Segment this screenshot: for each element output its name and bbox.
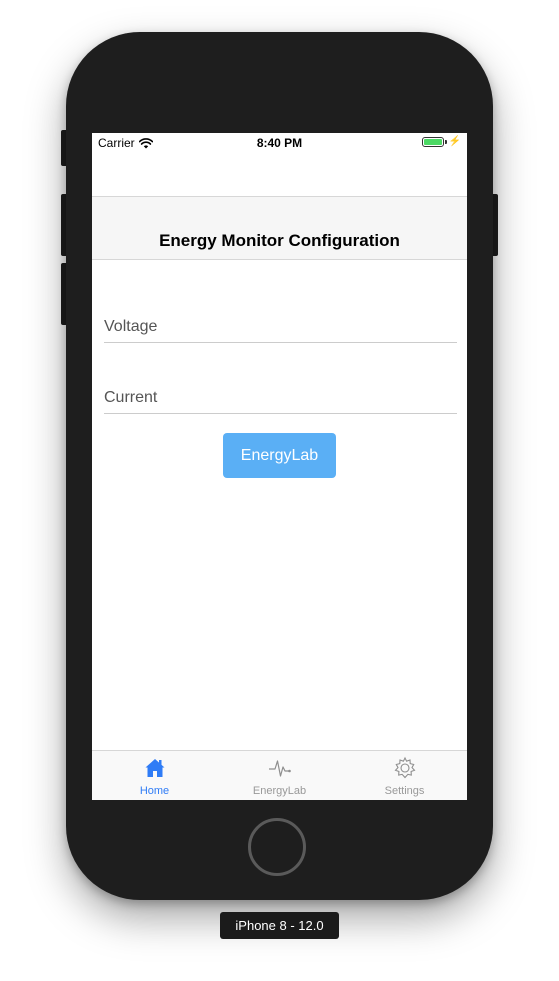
status-bar: Carrier 8:40 PM ⚡ bbox=[92, 133, 467, 153]
voltage-input[interactable] bbox=[104, 318, 457, 336]
tab-home[interactable]: Home bbox=[92, 751, 217, 800]
simulator-stage: Carrier 8:40 PM ⚡ Energy Monitor Configu… bbox=[0, 0, 559, 981]
battery-cap bbox=[444, 140, 447, 144]
battery-fill bbox=[423, 139, 442, 145]
status-time: 8:40 PM bbox=[256, 136, 303, 150]
current-field[interactable] bbox=[104, 379, 457, 414]
voltage-field[interactable] bbox=[104, 308, 457, 343]
pulse-icon bbox=[268, 760, 291, 777]
tab-settings-label: Settings bbox=[384, 785, 425, 797]
home-icon bbox=[145, 759, 164, 777]
battery-indicator: ⚡ bbox=[421, 136, 461, 147]
phone-screen: Carrier 8:40 PM ⚡ Energy Monitor Configu… bbox=[92, 133, 467, 800]
tab-settings[interactable]: Settings bbox=[342, 751, 467, 800]
tab-energylab[interactable]: EnergyLab bbox=[217, 751, 342, 800]
hardware-home-button[interactable] bbox=[248, 818, 306, 876]
current-input[interactable] bbox=[104, 389, 457, 407]
navigation-bar: Energy Monitor Configuration bbox=[92, 196, 467, 260]
tab-bar: Home EnergyLab Settings bbox=[92, 750, 467, 800]
battery-icon bbox=[421, 137, 444, 147]
charging-bolt-icon: ⚡ bbox=[448, 136, 461, 147]
device-label: iPhone 8 - 12.0 bbox=[220, 912, 339, 939]
tab-energylab-label: EnergyLab bbox=[252, 785, 307, 797]
page-title: Energy Monitor Configuration bbox=[159, 231, 400, 250]
tab-home-label: Home bbox=[139, 785, 170, 797]
energylab-button[interactable]: EnergyLab bbox=[223, 433, 336, 478]
gear-icon bbox=[394, 756, 415, 779]
